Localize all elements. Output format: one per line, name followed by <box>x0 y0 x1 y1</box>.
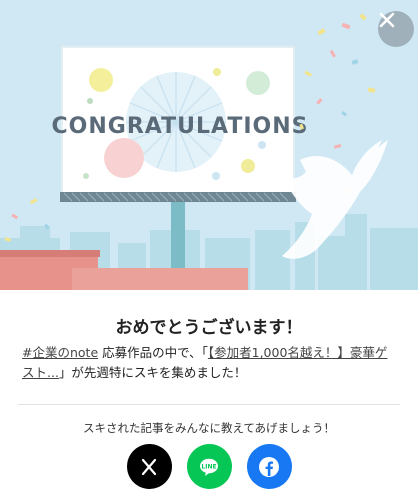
x-logo-icon <box>141 458 157 475</box>
line-share-button[interactable]: LINE <box>186 444 232 489</box>
facebook-share-button[interactable] <box>246 444 292 489</box>
congratulations-modal: CONGRATULATIONS おめでとうございます！ #企業のnote 応募作… <box>0 0 418 497</box>
facebook-logo-icon <box>259 456 279 477</box>
billboard-text: CONGRATULATIONS <box>52 114 309 139</box>
close-button[interactable] <box>378 11 414 47</box>
line-logo-text: LINE <box>201 463 216 470</box>
billboard-scene: CONGRATULATIONS <box>0 13 418 290</box>
share-buttons: LINE <box>0 444 418 489</box>
line-logo-icon: LINE <box>200 458 218 476</box>
share-prompt: スキされた記事をみんなに教えてあげましょう！ <box>82 421 336 435</box>
close-icon <box>379 12 395 28</box>
contest-tag-link[interactable]: #企業のnote <box>22 345 98 360</box>
congratulations-title: おめでとうございます！ <box>115 318 303 338</box>
divider <box>18 404 400 405</box>
message-text-before: 応募作品の中で、「 <box>98 345 208 360</box>
hero-illustration: CONGRATULATIONS <box>0 0 418 290</box>
award-message: #企業のnote 応募作品の中で、「【参加者1,000名越え！】豪華ゲスト...… <box>22 343 398 383</box>
x-share-button[interactable] <box>126 444 172 489</box>
message-text-after: 」が先週特にスキを集めました！ <box>58 365 247 380</box>
